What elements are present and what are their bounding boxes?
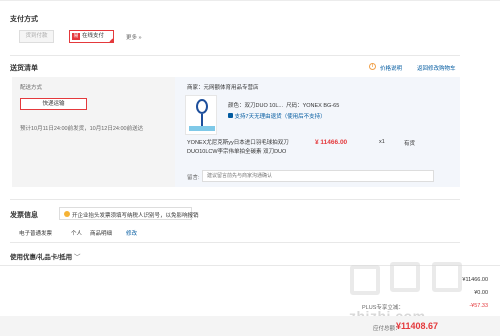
payment-summary-bar: 应付总额： ¥11408.67 (0, 316, 500, 336)
chevron-down-icon: ﹀ (73, 254, 81, 261)
express-delivery-button[interactable]: 快递运输 (20, 98, 87, 110)
product-quantity: x1 (379, 139, 385, 145)
info-icon: i (369, 63, 376, 70)
more-payment-link[interactable]: 更多 » (126, 33, 142, 41)
top-divider (0, 0, 500, 4)
invoice-tip-text: 开企业抬头发票须填写纳税人识别号，以免影响报销 (72, 213, 199, 219)
shipping-method-label: 配送方式 (20, 85, 43, 91)
online-pay-label: 在线支付 (82, 33, 105, 39)
return-support-icon (228, 113, 233, 118)
product-color: 颜色：双刀DUO 10L... (228, 103, 284, 109)
divider (10, 55, 460, 56)
watermark-glyph (350, 265, 380, 295)
racket-band (189, 126, 215, 131)
selected-check-icon (108, 37, 114, 43)
product-image[interactable] (185, 95, 217, 135)
plus-discount-value: -¥57.33 (469, 303, 488, 309)
product-price: ¥ 11466.00 (315, 139, 348, 146)
racket-head (196, 99, 208, 114)
yi-pay-icon: 易 (72, 33, 80, 40)
invoice-content: 商品明细 (90, 231, 113, 237)
product-name[interactable]: YONEX尤尼克斯yy日本进口羽毛球拍双刀DUO10LCW李宗伟单拍全碳素 双刀… (187, 139, 305, 157)
invoice-title: 发票信息 (10, 212, 38, 219)
lightbulb-icon (64, 211, 70, 217)
divider (10, 199, 460, 200)
return-support-text: 支持7天无理由退货（使用后不支持） (234, 114, 326, 120)
divider (10, 242, 460, 243)
invoice-holder: 个人 (71, 231, 83, 237)
product-color-size: 颜色：双刀DUO 10L... 尺码：YONEX BG-65 (228, 101, 339, 109)
shipping-fee-value: ¥0.00 (474, 290, 488, 296)
watermark-glyph (390, 262, 420, 292)
invoice-type: 电子普通发票 (19, 231, 53, 237)
stock-status: 有货 (404, 141, 416, 147)
delivery-title: 送货清单 (10, 65, 38, 72)
invoice-tip: 开企业抬头发票须填写纳税人识别号，以免影响报销 (59, 207, 199, 220)
back-to-cart-link[interactable]: 返回修改购物车 (417, 64, 456, 72)
discount-toggle[interactable]: 使用优惠/礼品卡/抵用 ﹀ (10, 251, 80, 261)
divider (0, 265, 500, 266)
merchant-name[interactable]: 商家：元网额体育用品专营店 (187, 83, 259, 91)
online-pay-option[interactable]: 易 在线支付 (69, 30, 114, 43)
product-size: 尺码：YONEX BG-65 (286, 103, 340, 109)
price-note-link[interactable]: 价格说明 (380, 64, 402, 72)
discount-title: 使用优惠/礼品卡/抵用 (10, 254, 73, 261)
remark-input[interactable] (202, 170, 434, 182)
return-support: 支持7天无理由退货（使用后不支持） (228, 112, 326, 120)
total-goods-value: ¥11466.00 (462, 277, 488, 283)
shipping-box: 配送方式 快递运输 预计10月11日24:00前发货，10月12日24:00前送… (12, 77, 460, 187)
product-panel: 商家：元网额体育用品专营店 颜色：双刀DUO 10L... 尺码：YONEX B… (175, 77, 460, 187)
payment-title: 支付方式 (10, 16, 38, 23)
watermark-glyph (432, 262, 462, 292)
delivery-schedule: 预计10月11日24:00前发货，10月12日24:00前送达 (20, 126, 144, 132)
remark-label: 留言: (187, 175, 200, 181)
invoice-modify-link[interactable]: 修改 (126, 229, 137, 237)
pay-total-amount: ¥11408.67 (396, 321, 439, 331)
cod-option: 货到付款 (19, 30, 54, 43)
